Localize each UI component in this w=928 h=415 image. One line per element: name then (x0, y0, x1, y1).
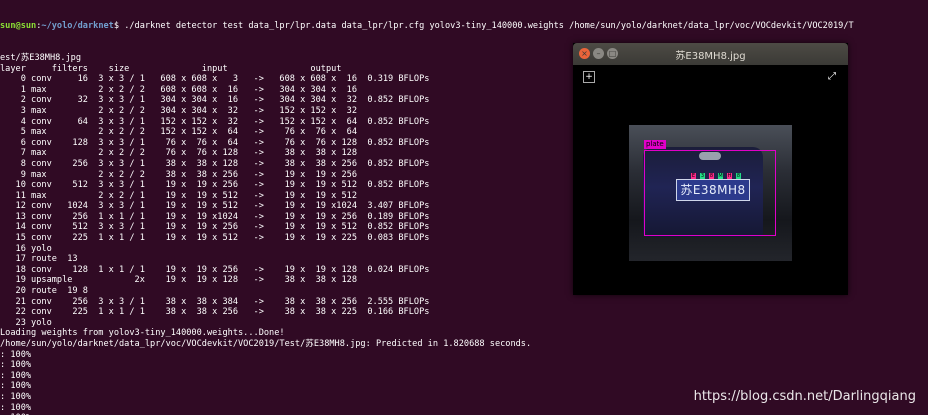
terminal-line: : 100% (0, 370, 32, 381)
command-text: $ ./darknet detector test data_lpr/lpr.d… (113, 21, 854, 32)
license-plate: 苏E38MH8 (676, 179, 750, 201)
terminal-line: : 100% (0, 402, 32, 413)
prompt-path: ~/yolo/darknet (41, 21, 114, 32)
detection-label: plate (644, 140, 666, 149)
window-titlebar[interactable]: × – □ 苏E38MH8.jpg (573, 43, 848, 65)
detection-image: plate E38MH8 苏E38MH8 (629, 125, 792, 261)
window-title: 苏E38MH8.jpg (675, 51, 746, 62)
terminal-line: /home/sun/yolo/darknet/data_lpr/voc/VOCd… (0, 339, 532, 349)
terminal-line: : 100% (0, 360, 32, 371)
command-line: sun@sun:~/yolo/darknet$ ./darknet detect… (0, 21, 854, 32)
image-window[interactable]: × – □ 苏E38MH8.jpg + ⤢ plate E38MH8 苏E38M… (573, 43, 848, 295)
image-toolbar: + ⤢ (573, 65, 848, 91)
add-icon[interactable]: + (583, 71, 595, 83)
terminal-line: 23 yolo (0, 317, 52, 328)
watermark: https://blog.csdn.net/Darlingqiang (693, 389, 916, 404)
terminal-line: : 100% (0, 349, 32, 360)
terminal-line: Loading weights from yolov3-tiny_140000.… (0, 328, 285, 339)
terminal-line: 21 conv 256 3 x 3 / 1 38 x 38 x 384 -> 3… (0, 296, 430, 307)
terminal-line: 22 conv 225 1 x 1 / 1 38 x 38 x 256 -> 3… (0, 307, 430, 318)
prompt-user: sun@sun (0, 21, 37, 32)
fullscreen-icon[interactable]: ⤢ (826, 71, 838, 83)
